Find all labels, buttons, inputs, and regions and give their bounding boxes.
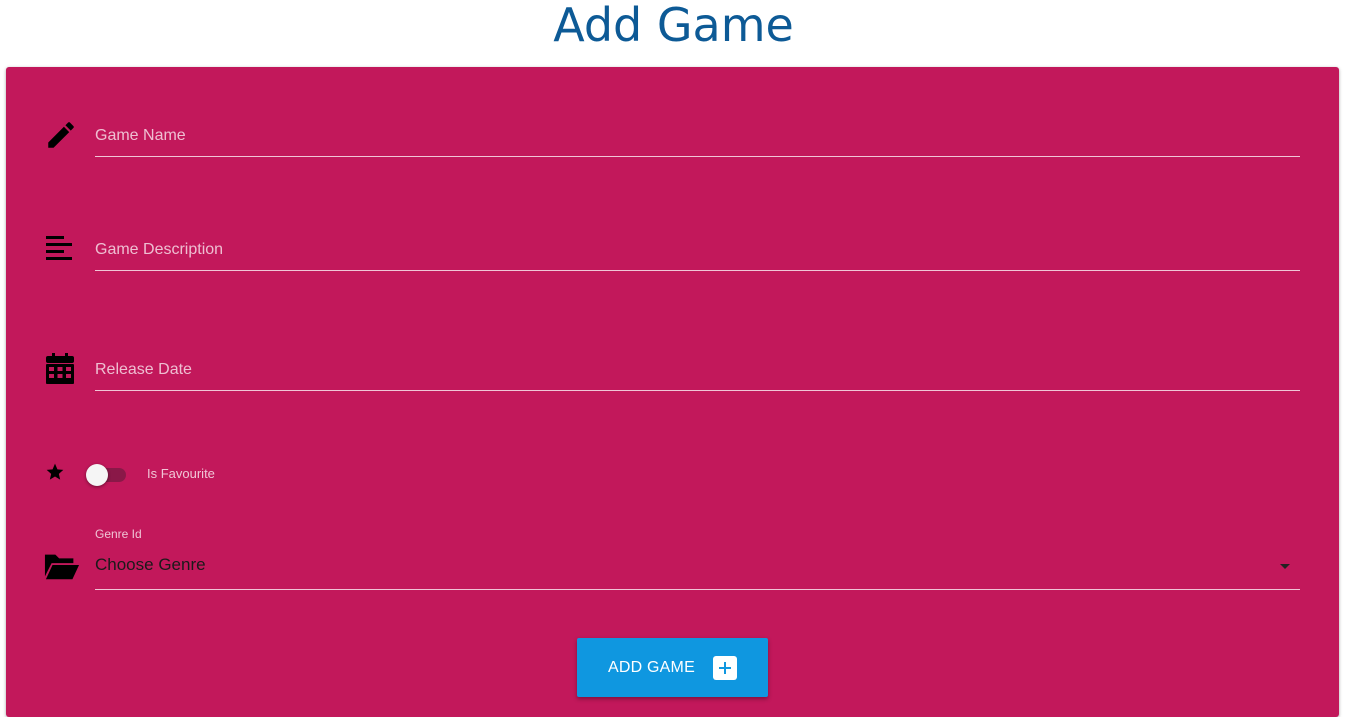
- folder-open-icon: [44, 548, 80, 584]
- pencil-icon: [43, 117, 79, 153]
- add-game-button[interactable]: ADD GAME: [577, 638, 768, 697]
- calendar-icon: [42, 351, 78, 387]
- is-favourite-label: Is Favourite: [147, 466, 215, 481]
- page-title: Add Game: [553, 0, 794, 52]
- add-game-form: Is Favourite Genre Id Choose Genre ADD G…: [6, 67, 1339, 717]
- genre-select[interactable]: Choose Genre: [95, 545, 1300, 590]
- add-game-button-label: ADD GAME: [608, 658, 695, 676]
- align-left-icon: [42, 231, 78, 267]
- genre-selected-value: Choose Genre: [95, 555, 206, 574]
- plus-square-icon: [712, 655, 737, 680]
- genre-label: Genre Id: [95, 527, 142, 541]
- release-date-input[interactable]: [95, 350, 1300, 391]
- game-name-input[interactable]: [95, 116, 1300, 157]
- is-favourite-toggle[interactable]: [86, 464, 128, 486]
- star-icon: [37, 454, 73, 490]
- chevron-down-icon: [1280, 564, 1290, 569]
- game-description-input[interactable]: [95, 230, 1300, 271]
- toggle-knob: [86, 464, 108, 486]
